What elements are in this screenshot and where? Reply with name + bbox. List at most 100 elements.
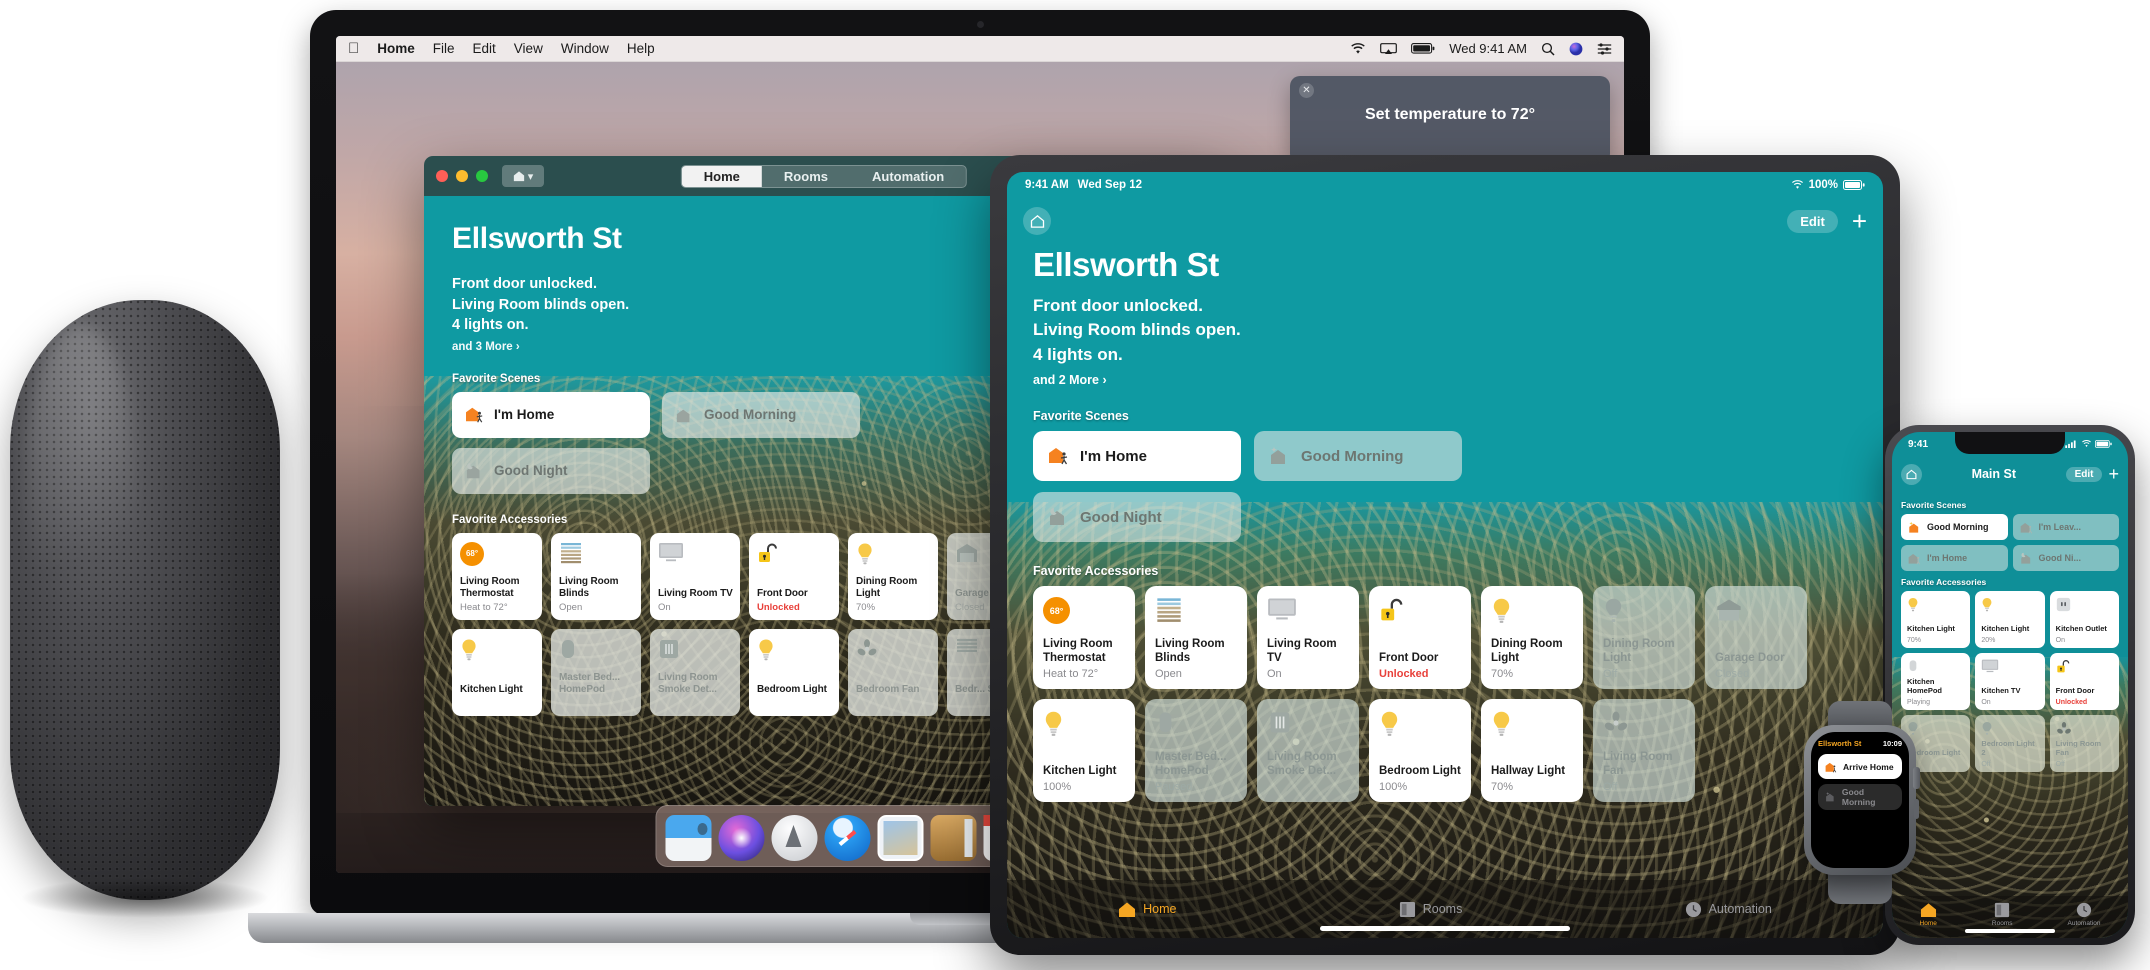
accessory-tile[interactable]: Kitchen Light — [452, 628, 542, 716]
tab-home[interactable]: Home — [681, 165, 762, 187]
status-more-link[interactable]: and 2 More › — [1033, 373, 1857, 387]
accessory-tile[interactable]: Dining Room Light 70% — [1481, 586, 1583, 690]
house-icon[interactable] — [1023, 207, 1051, 235]
accessory-tile[interactable]: Kitchen Light 100% — [1033, 699, 1135, 803]
minimize-button[interactable] — [456, 170, 468, 182]
photos-preview-icon[interactable] — [877, 815, 924, 861]
wifi-icon[interactable] — [1350, 42, 1366, 55]
menu-item-home[interactable]: Home — [377, 41, 415, 56]
scene-tile[interactable]: I'm Leav... — [2012, 514, 2119, 540]
close-button[interactable] — [436, 170, 448, 182]
accessory-tile[interactable]: Dining Room Light Off — [1593, 586, 1695, 690]
accessory-tile[interactable]: Kitchen Light 70% — [1901, 591, 1971, 648]
home-selector-button[interactable]: ▾ — [502, 165, 544, 187]
scene-tile[interactable]: Good Morning — [1901, 514, 2008, 540]
menu-item-window[interactable]: Window — [561, 41, 609, 56]
accessory-tile[interactable]: Hallway Light 70% — [1481, 699, 1583, 803]
safari-icon[interactable] — [824, 815, 871, 861]
iphone-nav-bar[interactable]: Main St Edit + — [1892, 458, 2128, 490]
siri-icon[interactable] — [718, 815, 765, 861]
menu-item-edit[interactable]: Edit — [473, 41, 496, 56]
menu-item-view[interactable]: View — [514, 41, 543, 56]
edit-button[interactable]: Edit — [1787, 209, 1838, 233]
menu-item-help[interactable]: Help — [627, 41, 655, 56]
accessory-tile[interactable]: 68° Living Room Thermostat Heat to 72° — [452, 532, 542, 620]
accessory-tile[interactable]: Living Room TV On — [650, 532, 740, 620]
finder-icon[interactable] — [665, 815, 712, 861]
accessory-tile[interactable]: Front Door Unlocked — [2049, 653, 2119, 710]
apple-icon[interactable]:  — [348, 40, 359, 57]
tab-rooms[interactable]: Rooms — [1992, 902, 2013, 927]
scene-tile[interactable]: Good Night — [1033, 492, 1241, 543]
accessory-tile[interactable]: Garage Door Closed — [1705, 586, 1807, 690]
tab-home[interactable]: Home — [1920, 902, 1937, 927]
siri-icon[interactable] — [1569, 42, 1583, 56]
control-center-icon[interactable] — [1597, 42, 1612, 55]
accessory-status: On — [1267, 668, 1282, 681]
accessory-tile[interactable]: 68° Living Room Thermostat Heat to 72° — [1033, 586, 1135, 690]
edit-button[interactable]: Edit — [2065, 466, 2103, 482]
accessory-tile[interactable]: Front Door Unlocked — [1369, 586, 1471, 690]
window-tab-bar[interactable]: Home Rooms Automation — [680, 164, 968, 188]
zoom-button[interactable] — [476, 170, 488, 182]
menubar-clock[interactable]: Wed 9:41 AM — [1449, 41, 1527, 56]
accessory-tile[interactable]: Dining Room Light 70% — [848, 532, 938, 620]
home-indicator[interactable] — [1965, 929, 2055, 933]
tab-rooms[interactable]: Rooms — [1399, 901, 1462, 918]
accessory-tile[interactable]: Living Room TV On — [1257, 586, 1359, 690]
accessory-tile[interactable]: Master Bed... HomePod — [551, 628, 641, 716]
tab-automation[interactable]: Automation — [2068, 902, 2100, 927]
accessory-tile[interactable]: Bedroom Light — [749, 628, 839, 716]
scene-tile[interactable]: Good Morning — [662, 391, 860, 438]
ipad-nav-bar[interactable]: Edit + — [1007, 200, 1883, 242]
ipad-nav-actions[interactable]: Edit + — [1787, 208, 1867, 234]
home-indicator[interactable] — [1320, 926, 1570, 931]
search-icon[interactable] — [1541, 42, 1555, 56]
accessory-tile[interactable]: Kitchen Light 20% — [1975, 591, 2045, 648]
scene-tile[interactable]: Arrive Home — [1818, 754, 1902, 779]
tab-automation[interactable]: Automation — [850, 166, 966, 187]
scene-tile[interactable]: I'm Home — [1033, 431, 1241, 482]
accessory-tile[interactable]: Living Room Blinds Open — [551, 532, 641, 620]
accessory-name: Living Room Thermostat — [1043, 637, 1113, 664]
siri-notification[interactable]: ✕ Set temperature to 72° — [1290, 76, 1610, 168]
smoke-detector-icon — [658, 638, 732, 664]
contacts-icon[interactable] — [930, 815, 977, 861]
plus-icon[interactable]: + — [2108, 465, 2119, 483]
window-traffic-lights[interactable] — [436, 170, 488, 182]
close-icon[interactable]: ✕ — [1299, 83, 1314, 98]
accessory-tile[interactable]: Living Room Smoke Det... — [650, 628, 740, 716]
launchpad-icon[interactable] — [771, 815, 818, 861]
scene-tile[interactable]: Good Morning — [1818, 784, 1902, 810]
accessory-tile[interactable]: Living Room Fan Off — [1593, 699, 1695, 803]
scene-tile[interactable]: Good Morning — [1254, 431, 1462, 482]
wifi-icon — [1791, 180, 1803, 189]
accessory-tile[interactable]: Kitchen Outlet On — [2049, 591, 2119, 648]
scene-tile[interactable]: I'm Home — [452, 391, 650, 438]
menu-item-file[interactable]: File — [433, 41, 455, 56]
accessory-tile[interactable]: Living Room Smoke Det... — [1257, 699, 1359, 803]
battery-icon[interactable] — [1411, 43, 1435, 54]
scene-tile[interactable]: Good Ni... — [2012, 545, 2119, 571]
accessory-tile[interactable]: Master Bed... HomePod Paused — [1145, 699, 1247, 803]
scene-tile[interactable]: Good Night — [452, 447, 650, 494]
accessory-tile[interactable]: Bedroom Light 2 Off — [1975, 715, 2045, 772]
macos-menubar[interactable]:  Home File Edit View Window Help — [336, 36, 1624, 62]
accessory-tile[interactable]: Bedroom Fan — [848, 628, 938, 716]
status-line-1: Front door unlocked. — [1033, 296, 1203, 315]
tab-automation[interactable]: Automation — [1685, 901, 1772, 918]
accessory-tile[interactable]: Front Door Unlocked — [749, 532, 839, 620]
accessory-tile[interactable]: Bedroom Light 100% — [1369, 699, 1471, 803]
airplay-icon[interactable] — [1380, 42, 1398, 55]
accessory-tile[interactable]: Kitchen TV On — [1975, 653, 2045, 710]
house-icon[interactable] — [1901, 463, 1922, 485]
tab-home[interactable]: Home — [1118, 901, 1176, 918]
scene-tile[interactable]: I'm Home — [1901, 545, 2008, 571]
plus-icon[interactable]: + — [1852, 208, 1867, 234]
accessory-tile[interactable]: Kitchen HomePod Playing — [1901, 653, 1971, 710]
digital-crown[interactable] — [1913, 767, 1920, 789]
watch-side-button[interactable] — [1914, 799, 1919, 819]
tab-rooms[interactable]: Rooms — [762, 166, 850, 187]
accessory-tile[interactable]: Living Room Fan Off — [2049, 715, 2119, 772]
accessory-tile[interactable]: Living Room Blinds Open — [1145, 586, 1247, 690]
